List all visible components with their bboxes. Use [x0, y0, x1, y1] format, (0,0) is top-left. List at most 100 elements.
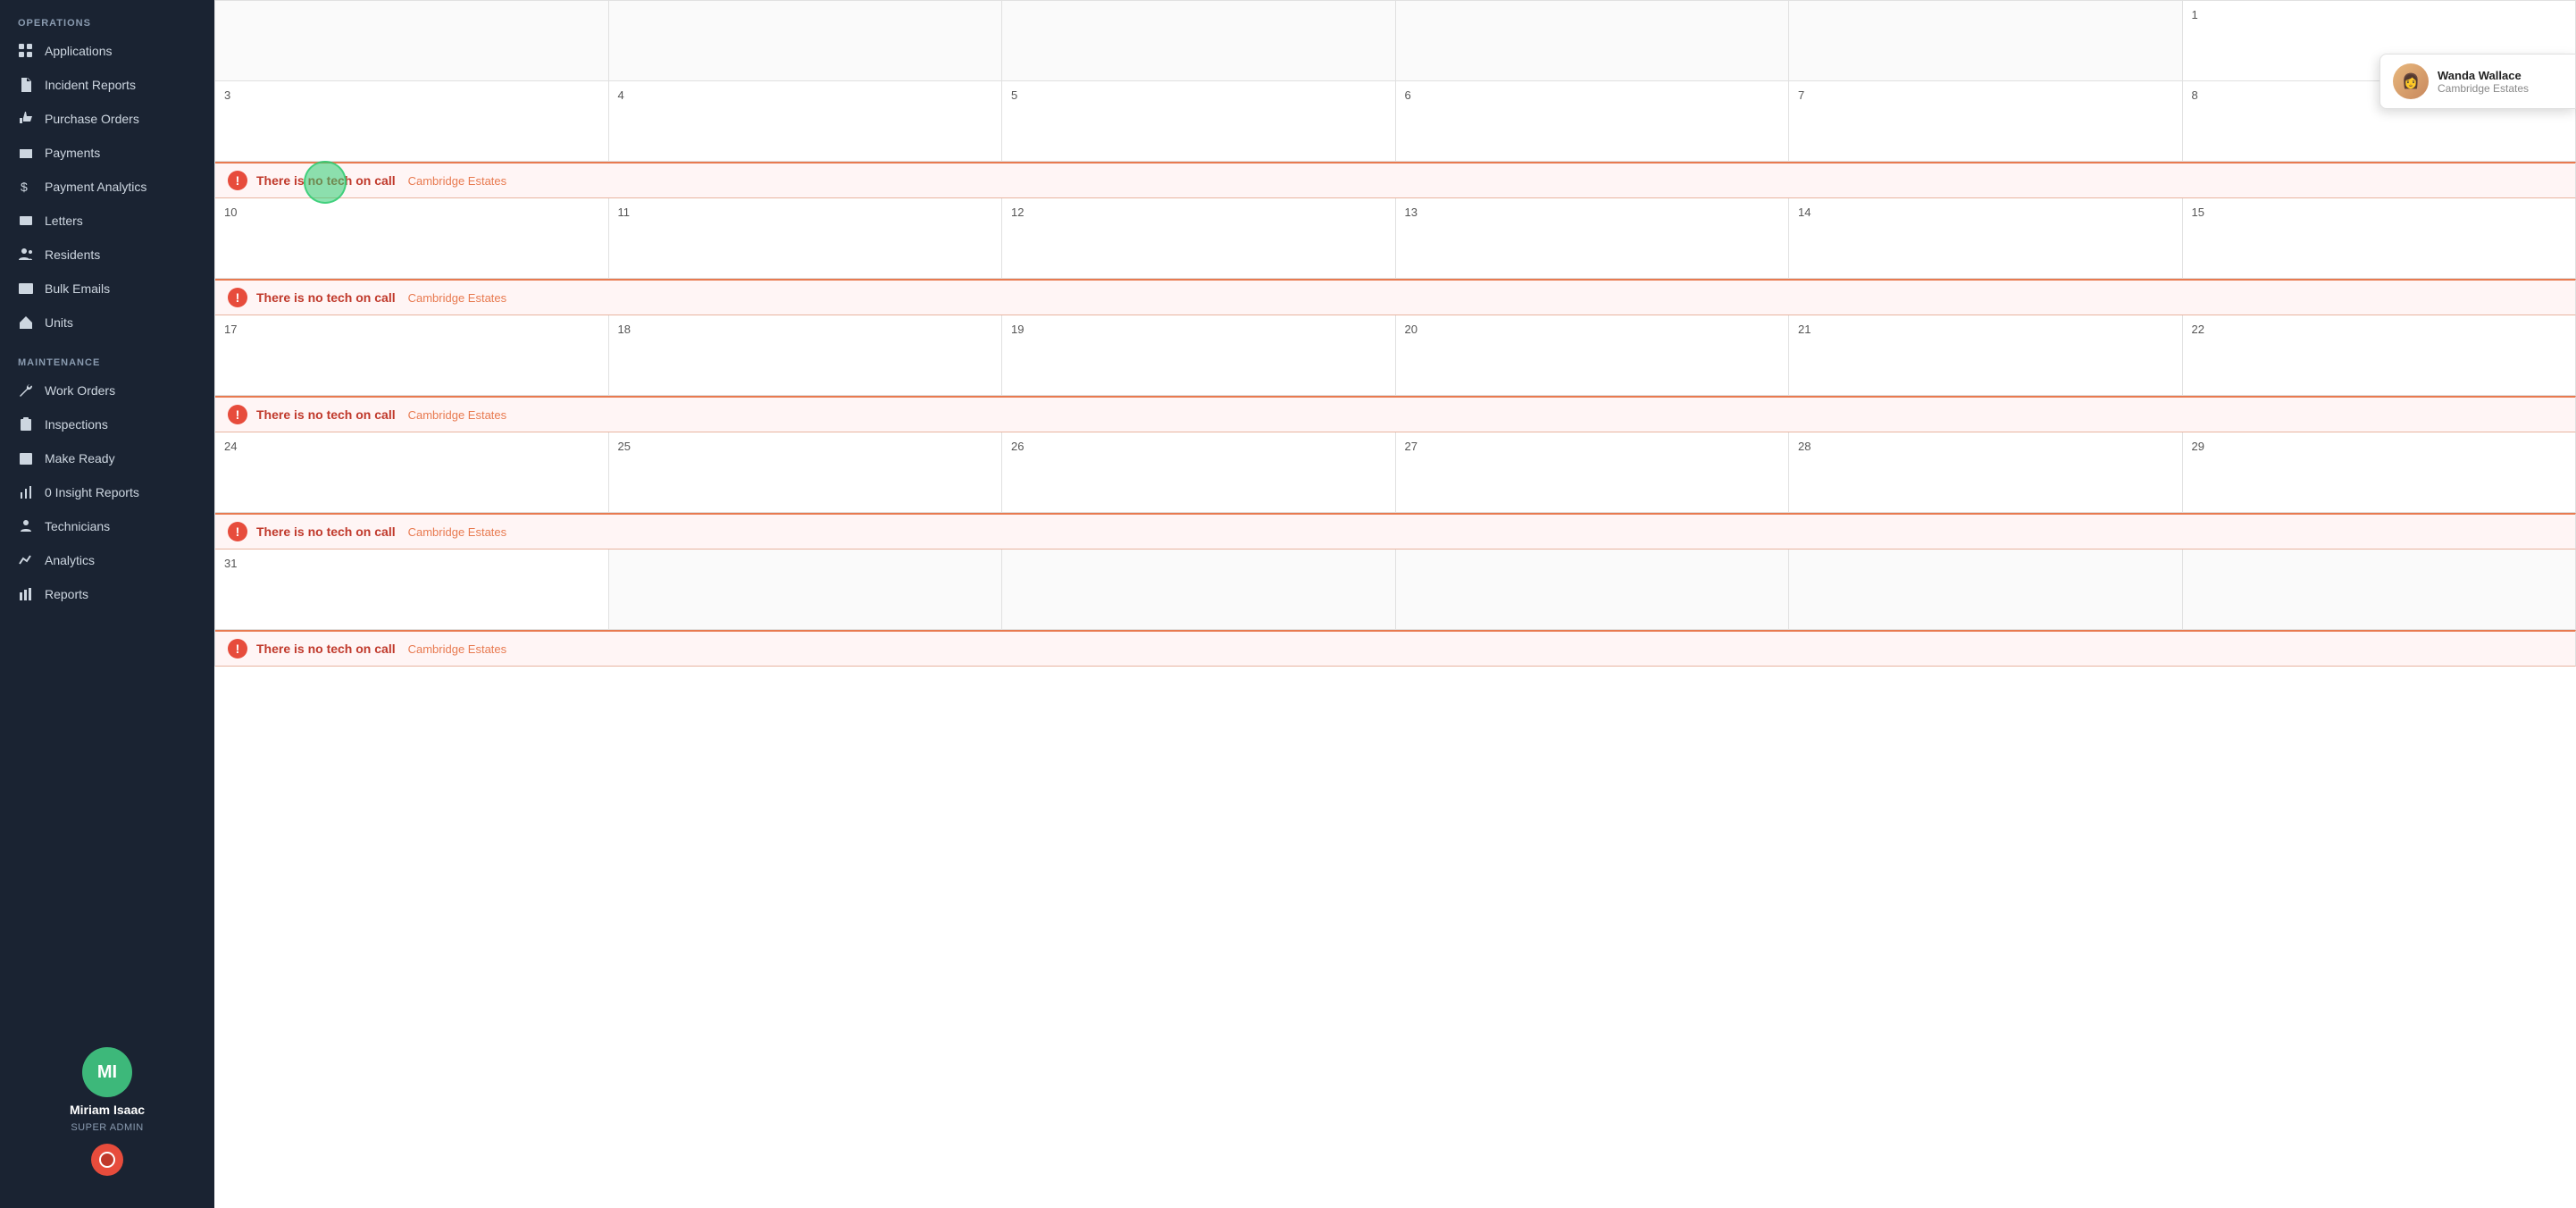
calendar-cell[interactable]: 4	[609, 81, 1003, 162]
calendar-cell[interactable]	[1396, 549, 1790, 630]
sidebar-item-units[interactable]: Units	[0, 306, 214, 340]
alert-row[interactable]: ! There is no tech on call Cambridge Est…	[215, 630, 2576, 667]
sidebar-item-make-ready[interactable]: Make Ready	[0, 441, 214, 475]
day-number: 18	[618, 323, 631, 336]
calendar-cell[interactable]	[1789, 549, 2183, 630]
calendar-cell[interactable]: 11	[609, 198, 1003, 279]
alert-subtext: Cambridge Estates	[408, 174, 507, 188]
svg-text:$: $	[21, 180, 28, 194]
sidebar-item-payment-analytics[interactable]: $ Payment Analytics	[0, 170, 214, 204]
calendar-cell[interactable]	[1002, 1, 1396, 81]
sidebar-item-bulk-emails[interactable]: Bulk Emails	[0, 272, 214, 306]
avatar: MI	[82, 1047, 132, 1097]
operations-section-label: OPERATIONS	[0, 0, 214, 34]
sidebar-item-inspections[interactable]: Inspections	[0, 407, 214, 441]
calendar-icon	[18, 450, 34, 466]
calendar-cell[interactable]: 31	[215, 549, 609, 630]
calendar-cell[interactable]: 5	[1002, 81, 1396, 162]
popup-avatar: 👩	[2393, 63, 2429, 99]
calendar-cell[interactable]: 25	[609, 432, 1003, 513]
sidebar-item-work-orders[interactable]: Work Orders	[0, 373, 214, 407]
alert-icon: !	[228, 171, 247, 190]
calendar-cell[interactable]	[1002, 549, 1396, 630]
alert-icon: !	[228, 639, 247, 659]
people2-icon	[18, 518, 34, 534]
alert-row[interactable]: ! There is no tech on call Cambridge Est…	[215, 279, 2576, 315]
sidebar-item-letters[interactable]: Letters	[0, 204, 214, 238]
day-number: 12	[1011, 206, 1024, 219]
grid-icon	[18, 43, 34, 59]
alert-row[interactable]: ! There is no tech on call Cambridge Est…	[215, 513, 2576, 549]
calendar-cell[interactable]: 29	[2183, 432, 2576, 513]
sidebar-item-make-ready-label: Make Ready	[45, 451, 115, 466]
maintenance-section-label: MAINTENANCE	[0, 340, 214, 373]
calendar-cell[interactable]	[1789, 1, 2183, 81]
main-content: 1 3 4 5 6 7 8 ! There is no tech on call…	[214, 0, 2576, 1208]
alert-subtext: Cambridge Estates	[408, 291, 507, 305]
sidebar-item-applications[interactable]: Applications	[0, 34, 214, 68]
day-number: 13	[1405, 206, 1418, 219]
calendar-cell[interactable]: 19	[1002, 315, 1396, 396]
calendar-cell[interactable]: 20	[1396, 315, 1790, 396]
calendar-cell[interactable]: 15	[2183, 198, 2576, 279]
calendar-cell[interactable]: 18	[609, 315, 1003, 396]
bar2-icon	[18, 586, 34, 602]
sidebar-item-insight-reports[interactable]: 0 Insight Reports	[0, 475, 214, 509]
sidebar-item-residents[interactable]: Residents	[0, 238, 214, 272]
calendar-cell[interactable]: 26	[1002, 432, 1396, 513]
calendar-cell[interactable]: 7	[1789, 81, 2183, 162]
calendar-cell[interactable]: 14	[1789, 198, 2183, 279]
dollar-icon: $	[18, 179, 34, 195]
calendar-cell[interactable]: 28	[1789, 432, 2183, 513]
calendar-cell[interactable]: 6	[1396, 81, 1790, 162]
alert-subtext: Cambridge Estates	[408, 525, 507, 539]
sidebar-item-purchase-orders[interactable]: Purchase Orders	[0, 102, 214, 136]
calendar-grid: 1 3 4 5 6 7 8 ! There is no tech on call…	[214, 0, 2576, 667]
day-number: 1	[2192, 8, 2198, 21]
day-number: 26	[1011, 440, 1024, 453]
alert-row[interactable]: ! There is no tech on call Cambridge Est…	[215, 162, 2576, 198]
calendar-cell[interactable]	[1396, 1, 1790, 81]
sidebar-item-payments[interactable]: Payments	[0, 136, 214, 170]
calendar-cell[interactable]: 12	[1002, 198, 1396, 279]
thumbsup-icon	[18, 111, 34, 127]
alert-text: There is no tech on call	[256, 524, 396, 539]
sidebar-item-analytics[interactable]: Analytics	[0, 543, 214, 577]
popup-sub: Cambridge Estates	[2438, 82, 2529, 95]
day-number: 20	[1405, 323, 1418, 336]
day-number: 6	[1405, 88, 1411, 102]
file-icon	[18, 77, 34, 93]
calendar-cell[interactable]: 22	[2183, 315, 2576, 396]
sidebar-item-reports-label: Reports	[45, 587, 88, 601]
record-button[interactable]	[91, 1144, 123, 1176]
sidebar-item-work-orders-label: Work Orders	[45, 383, 115, 398]
calendar-cell[interactable]: 27	[1396, 432, 1790, 513]
alert-text: There is no tech on call	[256, 290, 396, 305]
calendar-cell[interactable]: 3	[215, 81, 609, 162]
calendar-cell[interactable]: 17	[215, 315, 609, 396]
sidebar-item-units-label: Units	[45, 315, 73, 330]
sidebar-item-technicians-label: Technicians	[45, 519, 110, 533]
day-number: 29	[2192, 440, 2204, 453]
sidebar-item-technicians[interactable]: Technicians	[0, 509, 214, 543]
calendar-cell[interactable]: 10	[215, 198, 609, 279]
alert-icon: !	[228, 522, 247, 541]
sidebar-item-incident-reports[interactable]: Incident Reports	[0, 68, 214, 102]
day-number: 27	[1405, 440, 1418, 453]
day-number: 14	[1798, 206, 1811, 219]
day-number: 21	[1798, 323, 1811, 336]
sidebar-item-incident-reports-label: Incident Reports	[45, 78, 136, 92]
calendar-cell[interactable]: 13	[1396, 198, 1790, 279]
calendar-cell[interactable]	[609, 549, 1003, 630]
day-number: 11	[618, 206, 631, 219]
calendar-cell[interactable]	[215, 1, 609, 81]
calendar-cell[interactable]: 24	[215, 432, 609, 513]
sidebar-item-reports[interactable]: Reports	[0, 577, 214, 611]
calendar-cell[interactable]	[609, 1, 1003, 81]
calendar-cell[interactable]: 21	[1789, 315, 2183, 396]
user-profile-area: MI Miriam Isaac SUPER ADMIN	[0, 1029, 214, 1194]
day-number: 15	[2192, 206, 2204, 219]
calendar-cell[interactable]	[2183, 549, 2576, 630]
sidebar-item-purchase-orders-label: Purchase Orders	[45, 112, 139, 126]
alert-row[interactable]: ! There is no tech on call Cambridge Est…	[215, 396, 2576, 432]
